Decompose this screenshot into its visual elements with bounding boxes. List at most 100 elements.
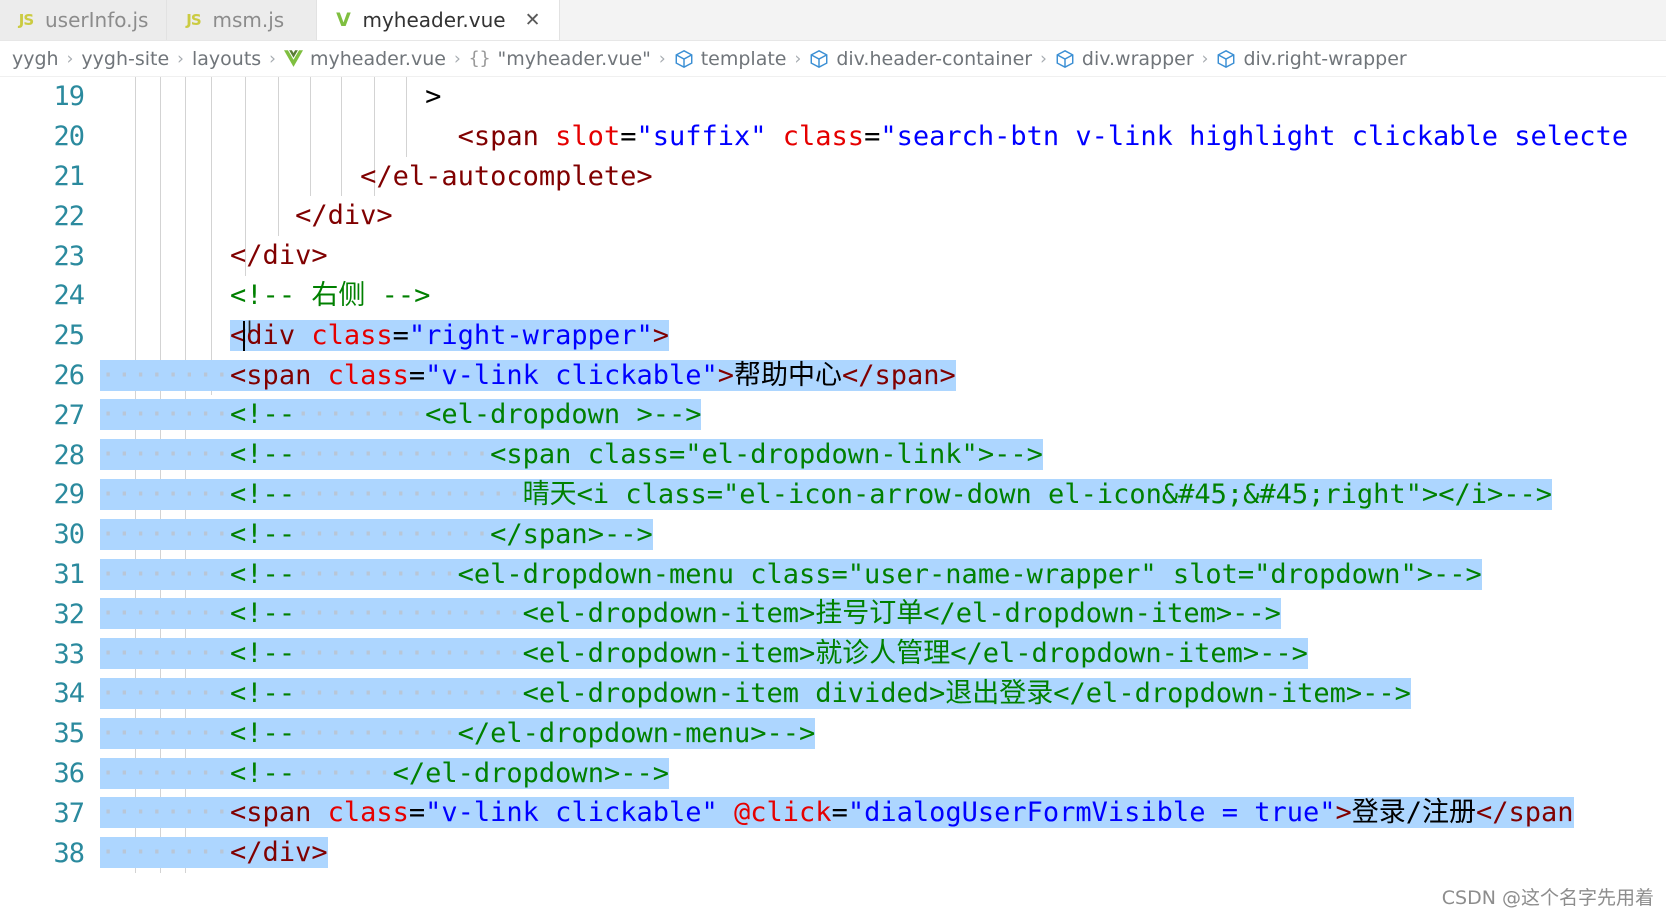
code-token: =	[831, 797, 848, 829]
breadcrumb-separator-icon: ›	[658, 48, 666, 69]
breadcrumb-item-myheader-vue[interactable]: myheader.vue	[283, 48, 446, 70]
code-content[interactable]: ········<!--············</span>-->	[100, 515, 1666, 555]
code-token: <el-dropdown-menu class="user-name-wrapp…	[457, 558, 1482, 590]
code-line[interactable]: 38 ········</div>	[0, 833, 1666, 873]
code-line[interactable]: 29 ········<!--··············晴天<i class="…	[0, 475, 1666, 515]
code-content[interactable]: </div>	[100, 236, 1666, 276]
code-token: ········	[100, 399, 231, 431]
code-content[interactable]: ········<!--············<span class="el-…	[100, 435, 1666, 475]
breadcrumb: yygh › yygh-site › layouts › myheader.vu…	[0, 41, 1666, 77]
breadcrumb-item-yygh-site[interactable]: yygh-site	[81, 48, 169, 70]
code-token: ··········	[295, 717, 458, 749]
code-content[interactable]: </el-autocomplete>	[100, 157, 1666, 197]
code-token: "suffix"	[636, 120, 767, 152]
tab-label: msm.js	[212, 8, 285, 32]
breadcrumb-item-div-right-wrapper[interactable]: div.right-wrapper	[1216, 48, 1407, 70]
breadcrumb-item-template[interactable]: template	[674, 48, 787, 70]
line-number: 20	[53, 121, 85, 153]
code-line[interactable]: 23 </div>	[0, 236, 1666, 276]
code-content[interactable]: ········<span class="v-link clickable" @…	[100, 793, 1666, 833]
code-token: ············	[295, 518, 491, 550]
breadcrumb-item-div-header-container[interactable]: div.header-container	[809, 48, 1032, 70]
code-line[interactable]: 24 <!-- 右侧 -->	[0, 276, 1666, 316]
breadcrumb-separator-icon: ›	[1201, 48, 1209, 69]
code-token: ········	[100, 359, 231, 391]
code-token: "right-wrapper"	[408, 319, 653, 351]
close-icon[interactable]: ✕	[525, 10, 541, 30]
code-content[interactable]: ········<!--······</el-dropdown>-->	[100, 754, 1666, 794]
code-content[interactable]: <div class="right-wrapper">	[100, 316, 1666, 356]
code-token: ········	[100, 598, 231, 630]
tab-bar-filler	[559, 0, 1666, 40]
code-token: >	[1335, 797, 1352, 829]
code-content[interactable]: ········<!--··········<el-dropdown-menu …	[100, 555, 1666, 595]
breadcrumb-item-layouts[interactable]: layouts	[192, 48, 261, 70]
code-line[interactable]: 27 ········<!--········<el-dropdown >-->	[0, 395, 1666, 435]
js-file-icon: JS	[186, 11, 201, 29]
tab-userInfo-js[interactable]: JS userInfo.js	[0, 0, 168, 40]
code-line[interactable]: 22 </div>	[0, 196, 1666, 236]
code-content[interactable]: ········<!--··············<el-dropdown-i…	[100, 594, 1666, 634]
code-token: <!-- 右侧 -->	[230, 279, 431, 311]
breadcrumb-separator-icon: ›	[177, 48, 184, 69]
code-content[interactable]: ········<span class="v-link clickable">帮…	[100, 356, 1666, 396]
code-token: <el-dropdown-item>挂号订单</el-dropdown-item…	[522, 598, 1281, 630]
breadcrumb-item-div-wrapper[interactable]: div.wrapper	[1055, 48, 1194, 70]
code-token: "v-link clickable"	[425, 359, 718, 391]
selected-text: ········<!--······</el-dropdown>-->	[100, 757, 669, 789]
breadcrumb-label: yygh-site	[81, 47, 170, 70]
code-token: <!--	[230, 757, 296, 789]
code-token: <!--	[230, 638, 296, 670]
code-editor[interactable]: 19 >20 <span slot="suffix" class="search…	[0, 77, 1666, 914]
code-line[interactable]: 31 ········<!--··········<el-dropdown-men…	[0, 555, 1666, 595]
breadcrumb-item-symbol-myheader[interactable]: {} "myheader.vue"	[469, 48, 651, 70]
code-line[interactable]: 26 ········<span class="v-link clickable"…	[0, 356, 1666, 396]
code-token: ··············	[295, 638, 523, 670]
code-line[interactable]: 34 ········<!--··············<el-dropdown…	[0, 674, 1666, 714]
code-content[interactable]: <!-- 右侧 -->	[100, 276, 1666, 316]
code-content[interactable]: <span slot="suffix" class="search-btn v-…	[100, 117, 1666, 157]
line-number: 35	[53, 718, 85, 750]
code-token: ········	[100, 558, 231, 590]
code-token: </el-dropdown-menu>-->	[457, 717, 816, 749]
code-token: ··············	[295, 598, 523, 630]
selected-text: ········<!--··············<el-dropdown-i…	[100, 638, 1308, 670]
code-content[interactable]: ········</div>	[100, 833, 1666, 873]
code-line[interactable]: 35 ········<!--··········</el-dropdown-me…	[0, 714, 1666, 754]
code-line[interactable]: 21 </el-autocomplete>	[0, 157, 1666, 197]
code-line[interactable]: 30 ········<!--············</span>-->	[0, 515, 1666, 555]
breadcrumb-item-yygh[interactable]: yygh	[12, 48, 59, 70]
code-content[interactable]: ········<!--········<el-dropdown >-->	[100, 395, 1666, 435]
tab-myheader-vue[interactable]: V myheader.vue ✕	[317, 0, 560, 40]
code-line[interactable]: 32 ········<!--··············<el-dropdown…	[0, 594, 1666, 634]
selected-text: ········<!--··············<el-dropdown-i…	[100, 677, 1411, 709]
breadcrumb-separator-icon: ›	[794, 48, 802, 69]
editor-tab-bar: JS userInfo.js JS msm.js V myheader.vue …	[0, 0, 1666, 41]
code-token: </div>	[295, 200, 393, 232]
tab-msm-js[interactable]: JS msm.js	[167, 0, 318, 40]
selected-text: ········<span class="v-link clickable" @…	[100, 797, 1574, 829]
mouse-cursor-icon: I	[247, 317, 253, 338]
code-content[interactable]: >	[100, 77, 1666, 117]
line-number: 24	[53, 280, 85, 312]
code-lines[interactable]: 19 >20 <span slot="suffix" class="search…	[0, 77, 1666, 873]
breadcrumb-label: "myheader.vue"	[497, 47, 651, 70]
code-line[interactable]: 28 ········<!--············<span class="e…	[0, 435, 1666, 475]
code-content[interactable]: ········<!--··············<el-dropdown-i…	[100, 634, 1666, 674]
html-element-icon	[674, 49, 694, 69]
code-line[interactable]: 37 ········<span class="v-link clickable"…	[0, 793, 1666, 833]
code-line[interactable]: 20 <span slot="suffix" class="search-btn…	[0, 117, 1666, 157]
code-line[interactable]: 36 ········<!--······</el-dropdown>-->	[0, 754, 1666, 794]
code-content[interactable]: ········<!--··············晴天<i class="el…	[100, 475, 1666, 515]
js-file-icon: JS	[18, 11, 34, 29]
code-content[interactable]: ········<!--··········</el-dropdown-menu…	[100, 714, 1666, 754]
code-token: <!--	[230, 439, 296, 471]
code-token: <!--	[230, 717, 296, 749]
code-token: ········	[100, 757, 231, 789]
code-content[interactable]: ········<!--··············<el-dropdown-i…	[100, 674, 1666, 714]
code-line[interactable]: 19 >	[0, 77, 1666, 117]
code-line[interactable]: 33 ········<!--··············<el-dropdown…	[0, 634, 1666, 674]
code-content[interactable]: </div>	[100, 196, 1666, 236]
line-number: 21	[53, 160, 85, 192]
